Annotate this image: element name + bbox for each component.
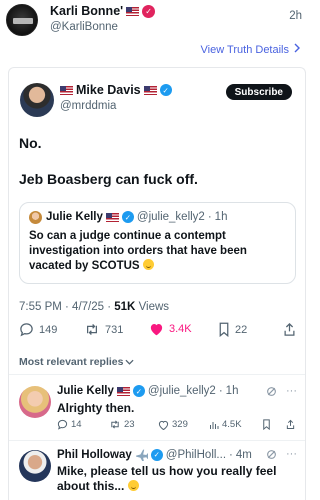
post-text-line: Jeb Boasberg can fuck off. — [19, 171, 198, 187]
reply-retweet-button[interactable]: 23 — [109, 419, 135, 430]
quoted-post-text-body: So can a judge continue a contempt inves… — [29, 230, 247, 272]
bookmark-icon — [263, 419, 270, 430]
reply-time: 4m — [235, 448, 252, 461]
smirk-emoji-icon — [127, 480, 139, 491]
reply-icon — [57, 419, 68, 430]
more-options-button[interactable]: ··· — [286, 448, 297, 460]
truth-author[interactable]: Karli Bonne' ✓ — [50, 4, 156, 18]
share-button[interactable] — [283, 322, 296, 337]
chevron-down-icon — [125, 359, 135, 365]
thinking-face-emoji-icon — [142, 259, 154, 270]
reply-like-button[interactable]: 329 — [158, 419, 188, 430]
reply-separator: · — [218, 385, 223, 397]
truth-timestamp: 2h — [289, 10, 302, 22]
reply-time: 1h — [225, 385, 239, 397]
grok-icon[interactable] — [266, 449, 277, 460]
reply-reply-button[interactable]: 14 — [57, 419, 82, 430]
verified-badge-icon: ✓ — [159, 84, 172, 96]
reply-text: Mike, please tell us how you really feel… — [57, 464, 297, 494]
verified-badge-icon: ✓ — [121, 211, 134, 223]
reply-bookmark-button[interactable] — [262, 419, 271, 430]
bookmark-count: 22 — [235, 323, 248, 336]
verified-badge-icon: ✓ — [132, 385, 145, 397]
flag-usa-icon — [116, 386, 130, 396]
quoted-post-text: So can a judge continue a contempt inves… — [29, 229, 291, 274]
post-meta: 7:55 PM · 4/7/25 · 51K Views — [19, 301, 169, 313]
chevron-right-icon — [294, 43, 300, 56]
reply-author-avatar[interactable] — [19, 450, 51, 482]
flag-usa-icon — [105, 212, 119, 222]
reply-count: 149 — [39, 323, 58, 336]
reply-author-avatar[interactable] — [19, 386, 51, 418]
replies-sort-label: Most relevant replies — [19, 356, 124, 368]
quoted-time: 1h — [214, 211, 228, 223]
quoted-author-avatar — [29, 211, 42, 224]
reply-icon — [20, 323, 33, 337]
reply-header: Julie Kelly ✓ @julie_kelly2 · 1h — [57, 385, 238, 397]
reply-views-count: 4.5K — [222, 419, 242, 430]
plane-icon — [135, 449, 148, 461]
quoted-separator: · — [207, 211, 212, 223]
subscribe-button[interactable]: Subscribe — [225, 84, 292, 100]
reply-author-name[interactable]: Phil Holloway — [57, 449, 132, 461]
reply-header: Phil Holloway ✓ @PhilHoll... · 4m — [57, 448, 252, 461]
post-views-label: Views — [138, 301, 170, 313]
reply-separator: · — [229, 448, 233, 461]
quoted-post-header: Julie Kelly ✓ @julie_kelly2 · 1h — [46, 211, 227, 223]
reply-author-handle[interactable]: @julie_kelly2 — [148, 385, 216, 397]
reply-text-body: Mike, please tell us how you really feel… — [57, 464, 277, 493]
reply-like-count: 329 — [172, 419, 188, 430]
truth-author-avatar[interactable] — [6, 4, 38, 36]
reply-actions-top: ··· — [266, 385, 297, 397]
share-icon — [284, 322, 295, 336]
reply-text: Alrighty then. — [57, 401, 135, 415]
retweet-icon — [111, 420, 119, 429]
quoted-author-name: Julie Kelly — [46, 211, 103, 223]
verified-badge-icon: ✓ — [142, 4, 156, 18]
post-author-avatar[interactable] — [20, 83, 54, 117]
more-options-button[interactable]: ··· — [286, 385, 297, 397]
post-author-name: Mike Davis — [76, 83, 141, 97]
reply-button[interactable]: 149 — [19, 322, 57, 337]
retweet-icon — [87, 324, 97, 335]
bookmark-button[interactable]: 22 — [218, 322, 247, 337]
verified-badge-icon: ✓ — [150, 448, 163, 461]
share-icon — [286, 419, 295, 430]
heart-icon — [158, 420, 169, 430]
grok-icon[interactable] — [266, 386, 277, 397]
views-icon — [210, 421, 219, 429]
reply-author-name[interactable]: Julie Kelly — [57, 385, 114, 397]
reply-retweet-count: 23 — [124, 419, 135, 430]
bookmark-icon — [219, 322, 229, 337]
view-truth-details-label: View Truth Details — [200, 43, 289, 56]
truth-author-handle[interactable]: @KarliBonne — [50, 21, 118, 33]
flag-usa-icon — [126, 6, 140, 16]
reply-actions-top: ··· — [266, 448, 297, 460]
retweet-button[interactable]: 731 — [84, 322, 123, 337]
truth-author-name: Karli Bonne' — [50, 4, 124, 18]
reply-share-button[interactable] — [286, 419, 295, 430]
like-count: 3.4K — [169, 323, 192, 335]
flag-usa-icon — [60, 85, 73, 95]
reply-views-button[interactable]: 4.5K — [209, 419, 242, 430]
view-truth-details-link[interactable]: View Truth Details — [201, 43, 300, 56]
divider — [9, 374, 305, 375]
post-author[interactable]: Mike Davis ✓ — [60, 83, 172, 97]
post-views-count: 51K — [114, 301, 136, 313]
quoted-author-handle: @julie_kelly2 — [136, 211, 205, 223]
reply-reply-count: 14 — [71, 419, 82, 430]
post-text-line: No. — [19, 135, 42, 151]
replies-sort-dropdown[interactable]: Most relevant replies — [19, 356, 135, 368]
post-timestamp: 7:55 PM · 4/7/25 · — [19, 301, 115, 313]
post-author-handle[interactable]: @mrddmia — [60, 100, 116, 112]
reply-author-handle[interactable]: @PhilHoll... — [166, 449, 226, 461]
heart-icon — [150, 324, 163, 336]
quoted-post[interactable]: Julie Kelly ✓ @julie_kelly2 · 1h So can … — [19, 202, 296, 284]
like-button[interactable]: 3.4K — [149, 322, 192, 336]
flag-usa-icon — [143, 85, 157, 95]
divider — [9, 440, 305, 441]
retweet-count: 731 — [105, 323, 124, 336]
